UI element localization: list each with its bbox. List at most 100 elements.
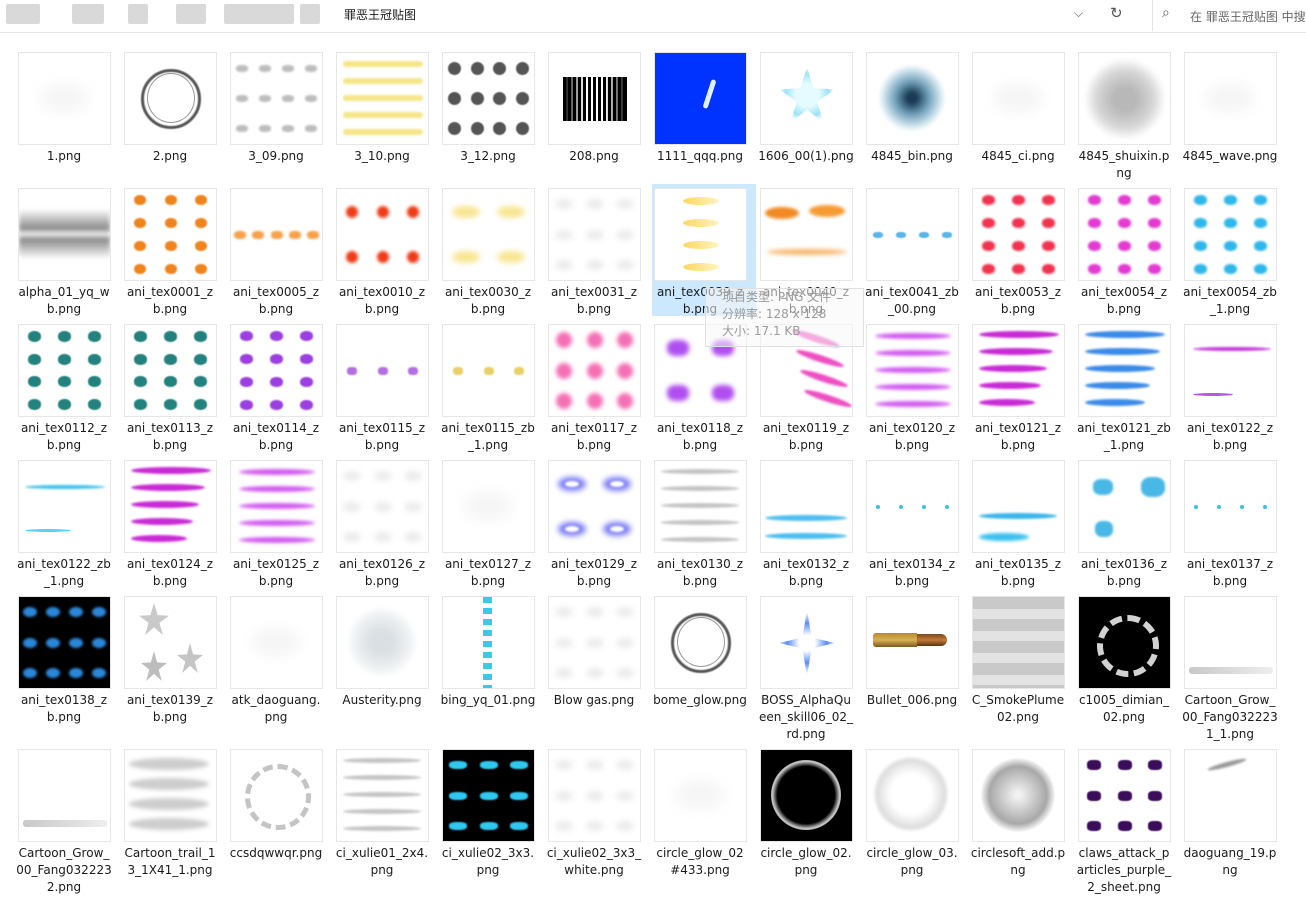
file-item[interactable]: Blow gas.png bbox=[546, 596, 650, 728]
thumbnail-mark bbox=[343, 129, 423, 135]
file-item[interactable]: 3_12.png bbox=[440, 52, 544, 184]
file-name: Blow gas.png bbox=[553, 693, 635, 707]
thumbnail-mark bbox=[493, 122, 507, 136]
file-item[interactable]: circlesoft_add.png bbox=[970, 749, 1074, 899]
file-item[interactable]: ccsdqwwqr.png bbox=[228, 749, 332, 899]
file-item[interactable]: ani_tex0130_zb.png bbox=[652, 460, 756, 592]
thumbnail-mark bbox=[483, 597, 492, 688]
file-item[interactable]: ani_tex0121_zb_1.png bbox=[1076, 324, 1180, 456]
file-item[interactable]: ani_tex0001_zb.png bbox=[122, 188, 226, 320]
file-item[interactable]: 4845_wave.png bbox=[1182, 52, 1286, 184]
file-item[interactable]: BOSS_AlphaQueen_skill06_02_rd.png bbox=[758, 596, 862, 741]
thumbnail-mark bbox=[615, 199, 634, 210]
file-item[interactable]: ani_tex0125_zb.png bbox=[228, 460, 332, 592]
file-item[interactable]: ani_tex0115_zb_1.png bbox=[440, 324, 544, 456]
file-item[interactable]: bome_glow.png bbox=[652, 596, 756, 728]
thumbnail-mark bbox=[259, 64, 272, 72]
file-item[interactable]: ani_tex0115_zb.png bbox=[334, 324, 438, 456]
file-item[interactable]: ani_tex0005_zb.png bbox=[228, 188, 332, 320]
file-item[interactable]: ani_tex0117_zb.png bbox=[546, 324, 650, 456]
file-item[interactable]: alpha_01_yq_wb.png bbox=[16, 188, 120, 320]
file-item[interactable]: 3_09.png bbox=[228, 52, 332, 184]
file-item[interactable]: ani_tex0041_zb_00.png bbox=[864, 188, 968, 320]
file-item[interactable]: ani_tex0124_zb.png bbox=[122, 460, 226, 592]
file-item[interactable]: 2.png bbox=[122, 52, 226, 184]
file-item[interactable]: atk_daoguang.png bbox=[228, 596, 332, 728]
file-item[interactable]: Cartoon_Grow_00_Fang0322232.png bbox=[16, 749, 120, 899]
file-item[interactable]: bing_yq_01.png bbox=[440, 596, 544, 728]
thumbnail-mark bbox=[164, 376, 177, 388]
file-item[interactable]: circle_glow_03.png bbox=[864, 749, 968, 899]
file-item[interactable]: 4845_bin.png bbox=[864, 52, 968, 184]
file-item[interactable]: 4845_ci.png bbox=[970, 52, 1074, 184]
file-item[interactable]: 1111_qqq.png bbox=[652, 52, 756, 184]
thumbnail-mark bbox=[1085, 382, 1150, 389]
file-thumbnail bbox=[760, 188, 853, 281]
file-name: ccsdqwwqr.png bbox=[229, 846, 323, 860]
thumbnail-mark bbox=[666, 385, 689, 402]
thumbnail-mark bbox=[347, 607, 417, 677]
file-item[interactable]: circle_glow_02.png bbox=[758, 749, 862, 899]
thumbnail-mark bbox=[867, 237, 958, 279]
thumbnail-mark bbox=[88, 376, 102, 388]
file-item[interactable]: ani_tex0138_zb.png bbox=[16, 596, 120, 728]
file-item[interactable]: C_SmokePlume02.png bbox=[970, 596, 1074, 728]
file-item[interactable]: ani_tex0010_zb.png bbox=[334, 188, 438, 320]
file-name: 3_09.png bbox=[248, 149, 304, 163]
thumbnail-mark bbox=[131, 467, 211, 474]
file-item[interactable]: claws_attack_particles_purple_2_sheet.pn… bbox=[1076, 749, 1180, 899]
file-item[interactable]: Bullet_006.png bbox=[864, 596, 968, 728]
file-item[interactable]: ani_tex0134_zb.png bbox=[864, 460, 968, 592]
file-item[interactable]: ani_tex0053_zb.png bbox=[970, 188, 1074, 320]
file-item[interactable]: ani_tex0114_zb.png bbox=[228, 324, 332, 456]
thumbnail-mark bbox=[343, 758, 421, 763]
thumbnail-mark bbox=[875, 384, 951, 390]
file-item[interactable]: ani_tex0121_zb.png bbox=[970, 324, 1074, 456]
thumbnail-mark bbox=[1189, 667, 1273, 674]
file-name: ani_tex0119_zb.png bbox=[762, 421, 850, 452]
file-item[interactable]: 1606_00(1).png bbox=[758, 52, 862, 184]
file-item[interactable]: 4845_shuixin.png bbox=[1076, 52, 1180, 184]
file-item[interactable]: ani_tex0132_zb.png bbox=[758, 460, 862, 592]
file-item[interactable]: ci_xulie01_2x4.png bbox=[334, 749, 438, 899]
file-item[interactable]: ani_tex0126_zb.png bbox=[334, 460, 438, 592]
file-item[interactable]: ani_tex0112_zb.png bbox=[16, 324, 120, 456]
thumbnail-mark bbox=[1224, 195, 1237, 206]
thumbnail-mark bbox=[661, 503, 739, 508]
file-item[interactable]: ani_tex0137_zb.png bbox=[1182, 460, 1286, 592]
file-item[interactable]: ci_xulie02_3x3.png bbox=[440, 749, 544, 899]
file-item[interactable]: Austerity.png bbox=[334, 596, 438, 728]
file-item[interactable]: ani_tex0054_zb.png bbox=[1076, 188, 1180, 320]
file-item[interactable]: ani_tex0120_zb.png bbox=[864, 324, 968, 456]
file-item[interactable]: daoguang_19.png bbox=[1182, 749, 1286, 899]
file-item[interactable]: ani_tex0030_zb.png bbox=[440, 188, 544, 320]
file-item[interactable]: ani_tex0135_zb.png bbox=[970, 460, 1074, 592]
thumbnail-mark bbox=[300, 331, 314, 342]
file-item[interactable]: circle_glow_02#433.png bbox=[652, 749, 756, 899]
file-item[interactable]: ani_tex0122_zb_1.png bbox=[16, 460, 120, 592]
file-item[interactable]: ani_tex0129_zb.png bbox=[546, 460, 650, 592]
file-item[interactable]: 208.png bbox=[546, 52, 650, 184]
file-item[interactable]: Cartoon_trail_13_1X41_1.png bbox=[122, 749, 226, 899]
file-thumbnail bbox=[124, 188, 217, 281]
file-item[interactable]: 1.png bbox=[16, 52, 120, 184]
file-item[interactable]: ani_tex0136_zb.png bbox=[1076, 460, 1180, 592]
file-item[interactable]: ani_tex0139_zb.png bbox=[122, 596, 226, 728]
file-item[interactable]: ani_tex0031_zb.png bbox=[546, 188, 650, 320]
file-item[interactable]: ani_tex0122_zb.png bbox=[1182, 324, 1286, 456]
file-item[interactable]: ani_tex0054_zb_1.png bbox=[1182, 188, 1286, 320]
thumbnail-mark bbox=[46, 607, 61, 618]
thumbnail-mark bbox=[555, 820, 574, 831]
thumbnail-mark bbox=[563, 77, 627, 121]
thumbnail-mark bbox=[252, 230, 265, 239]
file-item[interactable]: ani_tex0113_zb.png bbox=[122, 324, 226, 456]
file-item[interactable]: ci_xulie02_3x3_white.png bbox=[546, 749, 650, 899]
thumbnail-mark bbox=[451, 205, 480, 218]
thumbnail-mark bbox=[712, 385, 735, 402]
thumbnail-mark bbox=[615, 607, 634, 618]
file-item[interactable]: Cartoon_Grow_00_Fang0322231_1.png bbox=[1182, 596, 1286, 741]
file-item[interactable]: 3_10.png bbox=[334, 52, 438, 184]
file-item[interactable]: c1005_dimian_02.png bbox=[1076, 596, 1180, 728]
thumbnail-mark bbox=[194, 376, 208, 388]
file-item[interactable]: ani_tex0127_zb.png bbox=[440, 460, 544, 592]
